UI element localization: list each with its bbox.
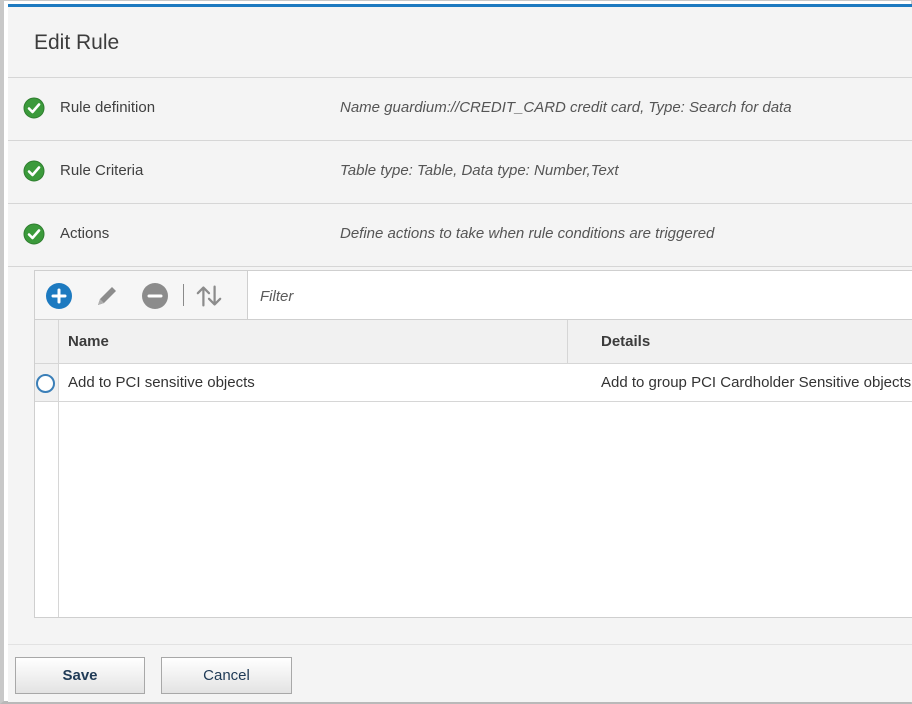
edit-pencil-icon [98, 287, 116, 305]
section-description: Name guardium://CREDIT_CARD credit card,… [340, 99, 792, 116]
cell-details: Add to group PCI Cardholder Sensitive ob… [601, 374, 912, 391]
check-circle-icon [23, 97, 45, 119]
section-rule-criteria[interactable]: Rule Criteria Table type: Table, Data ty… [8, 141, 912, 204]
section-label: Actions [60, 225, 110, 242]
sort-icon [196, 285, 222, 307]
selector-header [35, 320, 58, 364]
sort-button[interactable] [195, 282, 223, 310]
column-header-name[interactable]: Name [68, 333, 109, 350]
section-label: Rule Criteria [60, 162, 144, 179]
filter-input[interactable] [260, 285, 660, 307]
dialog-header: Edit Rule [8, 7, 912, 78]
remove-button[interactable] [141, 282, 169, 310]
cell-name: Add to PCI sensitive objects [68, 374, 255, 391]
add-button[interactable] [45, 282, 73, 310]
dialog-title: Edit Rule [34, 31, 120, 54]
row-selector-column [35, 320, 59, 617]
check-circle-icon [23, 223, 45, 245]
row-select-radio[interactable] [36, 374, 55, 393]
filter-box [247, 270, 912, 320]
table-row[interactable]: Add to PCI sensitive objects Add to grou… [59, 364, 912, 402]
add-icon [46, 283, 72, 309]
actions-toolbar [34, 270, 247, 320]
section-description: Define actions to take when rule conditi… [340, 225, 715, 242]
cancel-button[interactable]: Cancel [161, 657, 292, 694]
section-rule-definition[interactable]: Rule definition Name guardium://CREDIT_C… [8, 78, 912, 141]
check-circle-icon [23, 160, 45, 182]
section-actions[interactable]: Actions Define actions to take when rule… [8, 204, 912, 267]
section-description: Table type: Table, Data type: Number,Tex… [340, 162, 619, 179]
remove-icon [142, 283, 168, 309]
edit-rule-dialog: Edit Rule Rule definition Name guardium:… [0, 0, 912, 704]
actions-table: Name Details Add to PCI sensitive object… [34, 319, 912, 618]
save-button[interactable]: Save [15, 657, 145, 694]
edit-button[interactable] [93, 282, 121, 310]
section-label: Rule definition [60, 99, 156, 116]
toolbar-separator [183, 284, 184, 306]
table-header: Name Details [59, 320, 912, 364]
column-header-details[interactable]: Details [601, 333, 650, 350]
